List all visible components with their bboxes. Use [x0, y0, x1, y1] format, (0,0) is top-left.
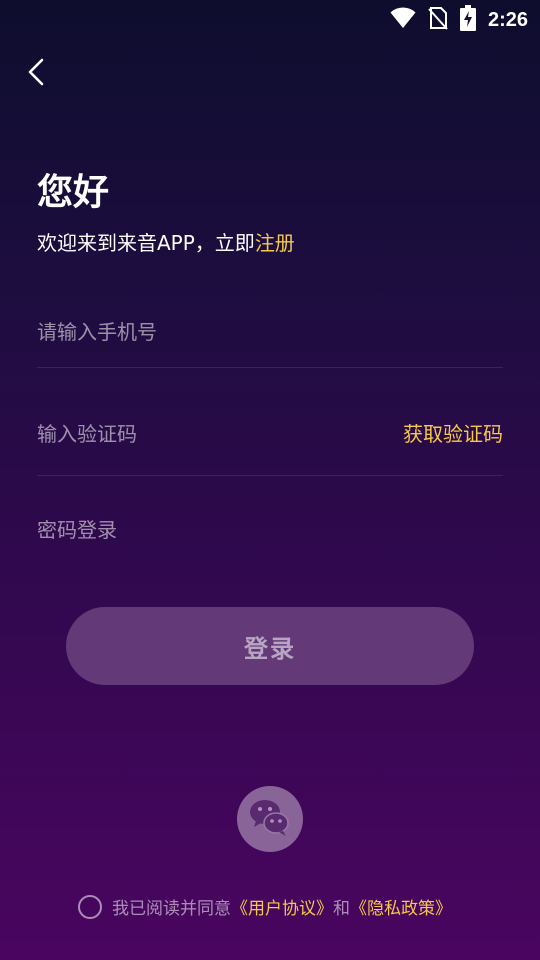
code-placeholder: 输入验证码 — [37, 422, 137, 446]
status-icons: 2:26 — [390, 5, 528, 35]
phone-placeholder: 请输入手机号 — [37, 320, 157, 344]
phone-input[interactable]: 请输入手机号 — [37, 316, 503, 345]
register-link[interactable]: 注册 — [255, 231, 295, 255]
battery-charging-icon — [459, 5, 476, 35]
status-time: 2:26 — [487, 8, 528, 31]
wechat-icon — [248, 797, 292, 841]
agreement-checkbox[interactable] — [78, 894, 102, 919]
wifi-icon — [390, 7, 416, 33]
password-login-link[interactable]: 密码登录 — [37, 514, 117, 543]
wechat-login-button[interactable] — [237, 786, 303, 852]
login-button[interactable]: 登录 — [66, 607, 474, 685]
welcome-text: 欢迎来到来音APP，立即 — [37, 231, 255, 255]
divider — [37, 475, 503, 476]
chevron-left-icon — [22, 58, 54, 92]
divider — [37, 367, 503, 368]
welcome-subtitle: 欢迎来到来音APP，立即注册 — [37, 227, 295, 256]
get-code-button[interactable]: 获取验证码 — [403, 418, 503, 447]
status-bar: 2:26 — [0, 0, 540, 36]
user-agreement-link[interactable]: 《用户协议》 — [231, 894, 333, 919]
agreement-row: 我已阅读并同意 《用户协议》 和 《隐私政策》 — [78, 894, 452, 919]
no-sim-icon — [428, 6, 448, 34]
agreement-text: 我已阅读并同意 — [112, 899, 231, 919]
agreement-connector: 和 — [333, 899, 350, 919]
page-title: 您好 — [37, 172, 110, 213]
privacy-policy-link[interactable]: 《隐私政策》 — [350, 894, 452, 919]
back-button[interactable] — [22, 56, 54, 88]
